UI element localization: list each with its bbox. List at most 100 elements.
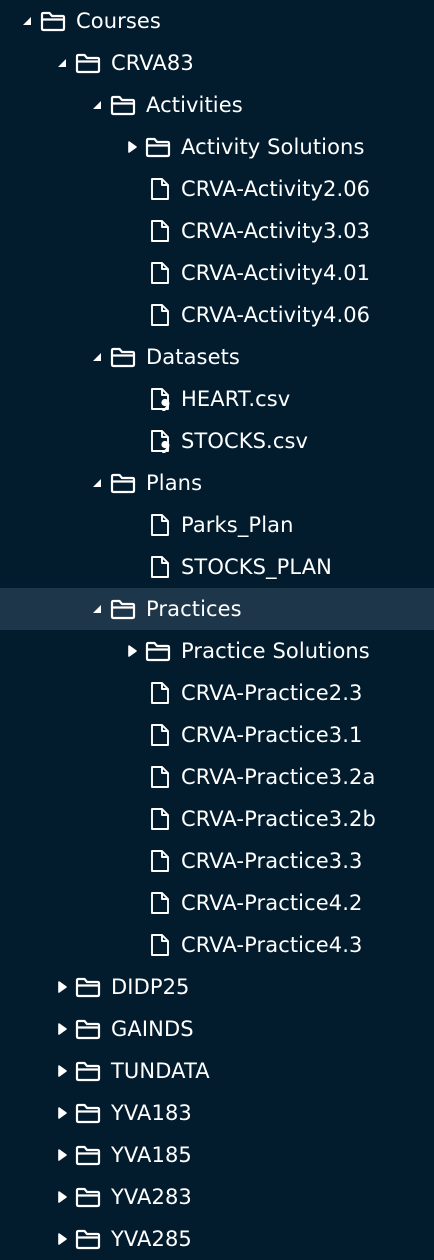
tree-item-label: Practices xyxy=(146,597,242,621)
folder-icon xyxy=(75,52,101,74)
tree-folder-row[interactable]: YVA285 xyxy=(0,1218,434,1260)
file-icon xyxy=(149,513,171,537)
tree-item-label: YVA283 xyxy=(111,1185,192,1209)
tree-item-label: STOCKS.csv xyxy=(181,429,309,453)
tree-file-row[interactable]: CRVA-Practice3.2b xyxy=(0,798,434,840)
tree-item-label: Plans xyxy=(146,471,203,495)
file-icon xyxy=(149,765,171,789)
triangle-right-icon[interactable] xyxy=(55,980,69,994)
tree-item-label: CRVA-Activity3.03 xyxy=(181,219,371,243)
triangle-right-icon[interactable] xyxy=(55,1106,69,1120)
triangle-down-icon[interactable] xyxy=(90,98,104,112)
tree-item-label: CRVA-Activity2.06 xyxy=(181,177,371,201)
file-icon xyxy=(149,261,171,285)
tree-folder-row[interactable]: Practices xyxy=(0,588,434,630)
tree-file-row[interactable]: CRVA-Practice3.3 xyxy=(0,840,434,882)
folder-icon xyxy=(110,346,136,368)
triangle-down-icon[interactable] xyxy=(55,56,69,70)
tree-item-label: HEART.csv xyxy=(181,387,291,411)
tree-item-label: CRVA-Practice3.1 xyxy=(181,723,363,747)
folder-icon xyxy=(145,640,171,662)
file-icon xyxy=(149,807,171,831)
file-icon xyxy=(149,723,171,747)
triangle-down-icon[interactable] xyxy=(20,14,34,28)
tree-file-row[interactable]: CRVA-Activity3.03 xyxy=(0,210,434,252)
tree-folder-row[interactable]: CRVA83 xyxy=(0,42,434,84)
tree-file-row[interactable]: CRVA-Practice3.1 xyxy=(0,714,434,756)
tree-item-label: STOCKS_PLAN xyxy=(181,555,332,579)
triangle-down-icon[interactable] xyxy=(90,602,104,616)
tree-file-row[interactable]: CRVA-Practice4.2 xyxy=(0,882,434,924)
triangle-right-icon[interactable] xyxy=(125,644,139,658)
tree-item-label: Activities xyxy=(146,93,243,117)
folder-icon xyxy=(40,10,66,32)
folder-icon xyxy=(75,1144,101,1166)
tree-item-label: Parks_Plan xyxy=(181,513,294,537)
tree-item-label: CRVA-Practice3.3 xyxy=(181,849,363,873)
tree-item-label: Practice Solutions xyxy=(181,639,370,663)
folder-icon xyxy=(75,1018,101,1040)
tree-item-label: Datasets xyxy=(146,345,240,369)
tree-file-row[interactable]: CRVA-Activity4.06 xyxy=(0,294,434,336)
file-tree: Courses CRVA83 Activities Activity Solution… xyxy=(0,0,434,1259)
tree-item-label: DIDP25 xyxy=(111,975,190,999)
folder-icon xyxy=(75,1102,101,1124)
triangle-right-icon[interactable] xyxy=(55,1022,69,1036)
triangle-down-icon[interactable] xyxy=(90,476,104,490)
csv-file-icon xyxy=(149,429,171,453)
tree-item-label: YVA285 xyxy=(111,1227,192,1251)
file-icon xyxy=(149,849,171,873)
tree-file-row[interactable]: CRVA-Practice4.3 xyxy=(0,924,434,966)
tree-file-row[interactable]: STOCKS_PLAN xyxy=(0,546,434,588)
file-icon xyxy=(149,219,171,243)
tree-file-row[interactable]: CRVA-Activity4.01 xyxy=(0,252,434,294)
folder-icon xyxy=(110,472,136,494)
csv-file-icon xyxy=(149,387,171,411)
folder-icon xyxy=(75,1228,101,1250)
triangle-right-icon[interactable] xyxy=(55,1190,69,1204)
file-icon xyxy=(149,177,171,201)
tree-folder-row[interactable]: Practice Solutions xyxy=(0,630,434,672)
folder-icon xyxy=(75,1060,101,1082)
file-icon xyxy=(149,555,171,579)
tree-folder-row[interactable]: YVA283 xyxy=(0,1176,434,1218)
tree-file-row[interactable]: CRVA-Practice2.3 xyxy=(0,672,434,714)
triangle-down-icon[interactable] xyxy=(90,350,104,364)
tree-item-label: YVA185 xyxy=(111,1143,192,1167)
tree-item-label: CRVA-Practice4.2 xyxy=(181,891,363,915)
tree-item-label: CRVA-Practice3.2a xyxy=(181,765,376,789)
tree-item-label: CRVA-Practice2.3 xyxy=(181,681,363,705)
tree-item-label: CRVA-Practice4.3 xyxy=(181,933,363,957)
tree-folder-row[interactable]: GAINDS xyxy=(0,1008,434,1050)
file-icon xyxy=(149,891,171,915)
tree-folder-row[interactable]: Plans xyxy=(0,462,434,504)
triangle-right-icon[interactable] xyxy=(55,1148,69,1162)
tree-file-row[interactable]: Parks_Plan xyxy=(0,504,434,546)
triangle-right-icon[interactable] xyxy=(55,1232,69,1246)
tree-item-label: Courses xyxy=(76,9,161,33)
tree-item-label: CRVA83 xyxy=(111,51,194,75)
tree-folder-row[interactable]: TUNDATA xyxy=(0,1050,434,1092)
tree-item-label: CRVA-Activity4.01 xyxy=(181,261,371,285)
tree-folder-row[interactable]: YVA183 xyxy=(0,1092,434,1134)
tree-item-label: CRVA-Practice3.2b xyxy=(181,807,376,831)
tree-file-row[interactable]: CRVA-Practice3.2a xyxy=(0,756,434,798)
tree-file-row[interactable]: HEART.csv xyxy=(0,378,434,420)
tree-item-label: CRVA-Activity4.06 xyxy=(181,303,371,327)
tree-folder-row[interactable]: YVA185 xyxy=(0,1134,434,1176)
triangle-right-icon[interactable] xyxy=(55,1064,69,1078)
file-icon xyxy=(149,681,171,705)
folder-icon xyxy=(110,94,136,116)
tree-folder-row[interactable]: Courses xyxy=(0,0,434,42)
tree-file-row[interactable]: CRVA-Activity2.06 xyxy=(0,168,434,210)
tree-folder-row[interactable]: DIDP25 xyxy=(0,966,434,1008)
tree-item-label: TUNDATA xyxy=(111,1059,210,1083)
tree-folder-row[interactable]: Activity Solutions xyxy=(0,126,434,168)
tree-item-label: GAINDS xyxy=(111,1017,194,1041)
tree-folder-row[interactable]: Activities xyxy=(0,84,434,126)
folder-icon xyxy=(145,136,171,158)
triangle-right-icon[interactable] xyxy=(125,140,139,154)
tree-item-label: YVA183 xyxy=(111,1101,192,1125)
tree-folder-row[interactable]: Datasets xyxy=(0,336,434,378)
tree-file-row[interactable]: STOCKS.csv xyxy=(0,420,434,462)
